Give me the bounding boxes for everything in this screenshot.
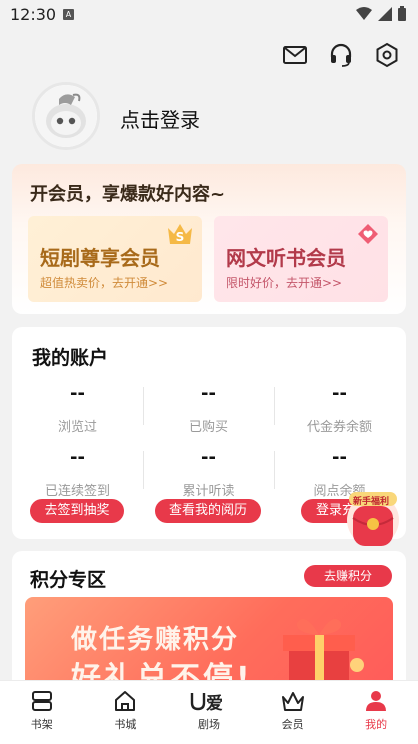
crown-icon xyxy=(281,692,304,711)
novel-audio-vip-box[interactable]: 网文听书会员 限时好价，去开通>> xyxy=(214,216,388,302)
stat-total-listening[interactable]: -- 累计听读 xyxy=(143,447,274,499)
avatar[interactable] xyxy=(32,82,100,150)
tab-bookshelf[interactable]: 书架 xyxy=(0,681,84,744)
stat-value: -- xyxy=(332,383,347,404)
stat-value: -- xyxy=(201,383,216,404)
stat-value: -- xyxy=(70,447,85,468)
vip-title: 开会员，享爆款好内容~ xyxy=(30,184,226,205)
stat-value: -- xyxy=(201,447,216,468)
settings-icon[interactable] xyxy=(374,42,400,68)
wifi-icon xyxy=(356,6,372,20)
bookshelf-icon xyxy=(31,691,52,711)
banner-line1: 做任务赚积分 xyxy=(71,625,240,655)
diamond-heart-icon xyxy=(358,224,378,244)
tab-label: 书城 xyxy=(114,718,137,731)
points-title: 积分专区 xyxy=(30,569,107,591)
stat-browsed[interactable]: -- 浏览过 xyxy=(12,383,143,435)
person-icon xyxy=(366,691,387,711)
checkin-lottery-button[interactable]: 去签到抽奖 xyxy=(30,499,124,523)
view-history-button[interactable]: 查看我的阅历 xyxy=(155,499,261,523)
home-icon xyxy=(115,691,136,711)
tab-vip[interactable]: 会员 xyxy=(251,681,335,744)
newbie-redpacket[interactable]: 新手福利 xyxy=(341,486,405,550)
stat-label: 已连续签到 xyxy=(44,484,110,499)
tab-label: 书架 xyxy=(30,718,53,731)
tab-bookstore[interactable]: 书城 xyxy=(84,681,168,744)
battery-icon xyxy=(398,6,406,21)
crown-s-icon: S xyxy=(168,224,192,244)
svg-text:S: S xyxy=(176,230,185,244)
top-actions xyxy=(282,42,400,68)
home-indicator xyxy=(0,740,418,744)
avatar-mascot-icon xyxy=(35,85,97,147)
status-bar: 12:30 A xyxy=(0,0,418,30)
stat-label: 浏览过 xyxy=(57,420,97,435)
bottom-tab-bar: 书架 书城 爱 剧场 会员 我的 xyxy=(0,680,418,744)
redpacket-label: 新手福利 xyxy=(353,497,390,507)
stat-purchased[interactable]: -- 已购买 xyxy=(143,383,274,435)
tab-label: 会员 xyxy=(281,718,304,731)
tab-label: 我的 xyxy=(365,718,388,731)
earn-points-button[interactable]: 去赚积分 xyxy=(304,565,392,587)
status-icons xyxy=(356,6,406,21)
svg-text:爱: 爱 xyxy=(206,693,223,713)
vip-card: 开会员，享爆款好内容~ S 短剧尊享会员 超值热卖价，去开通>> 网文听书会员 … xyxy=(12,164,406,314)
notification-a-icon: A xyxy=(63,9,74,20)
theater-icon: 爱 xyxy=(190,693,223,713)
stat-value: -- xyxy=(70,383,85,404)
vip-box-name: 网文听书会员 xyxy=(226,246,346,270)
tab-mine[interactable]: 我的 xyxy=(334,681,418,744)
stat-value: -- xyxy=(332,447,347,468)
account-title: 我的账户 xyxy=(32,347,109,369)
stat-label: 累计听读 xyxy=(182,484,235,499)
vip-box-sub: 超值热卖价，去开通>> xyxy=(40,276,169,290)
vip-box-name: 短剧尊享会员 xyxy=(40,246,160,270)
signal-icon xyxy=(378,6,392,21)
vip-box-sub: 限时好价，去开通>> xyxy=(226,276,343,290)
stat-label: 已购买 xyxy=(188,420,228,435)
mail-icon[interactable] xyxy=(282,42,308,68)
stat-label: 代金券余额 xyxy=(306,420,372,435)
tab-label: 剧场 xyxy=(197,718,220,731)
short-drama-vip-box[interactable]: S 短剧尊享会员 超值热卖价，去开通>> xyxy=(28,216,202,302)
tab-theater[interactable]: 爱 剧场 xyxy=(167,681,251,744)
status-time: 12:30 xyxy=(10,5,57,24)
stat-checkin-streak[interactable]: -- 已连续签到 xyxy=(12,447,143,499)
headset-icon[interactable] xyxy=(328,42,354,68)
login-link[interactable]: 点击登录 xyxy=(120,104,200,133)
stat-voucher-balance[interactable]: -- 代金券余额 xyxy=(274,383,405,435)
